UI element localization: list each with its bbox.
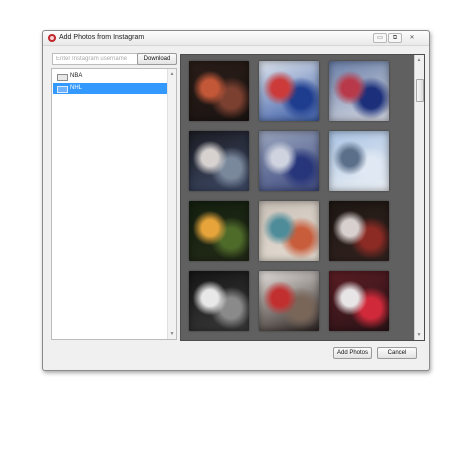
scroll-up-icon[interactable]: ▲	[415, 56, 423, 64]
photo-grid: ▲ ▼	[180, 54, 425, 341]
list-scrollbar[interactable]: ▲ ▼	[167, 69, 176, 339]
photo-thumbnail[interactable]	[259, 271, 319, 331]
app-icon	[48, 34, 56, 42]
instagram-dialog: Add Photos from Instagram ▭ ⧉ ✕ Download…	[42, 30, 430, 371]
scroll-up-icon[interactable]: ▲	[168, 70, 176, 78]
photo-thumbnail[interactable]	[329, 201, 389, 261]
list-item-label: NBA	[70, 73, 83, 79]
list-item-nba[interactable]: NBA	[53, 71, 167, 82]
close-icon[interactable]: ✕	[405, 33, 419, 43]
scroll-down-icon[interactable]: ▼	[168, 330, 176, 338]
username-input[interactable]	[52, 53, 139, 65]
account-icon	[57, 86, 68, 93]
photo-thumbnail[interactable]	[259, 201, 319, 261]
photo-thumbnail[interactable]	[329, 61, 389, 121]
add-photos-button[interactable]: Add Photos	[333, 347, 372, 359]
account-icon	[57, 74, 68, 81]
minimize-icon[interactable]: ▭	[373, 33, 387, 43]
photo-scrollbar[interactable]: ▲ ▼	[414, 55, 424, 340]
title-bar: Add Photos from Instagram ▭ ⧉ ✕	[43, 31, 429, 46]
scroll-down-icon[interactable]: ▼	[415, 331, 423, 339]
photo-thumbnail[interactable]	[329, 131, 389, 191]
list-item-nhl[interactable]: NHL	[53, 83, 167, 94]
photo-thumbnail[interactable]	[189, 61, 249, 121]
cancel-button[interactable]: Cancel	[377, 347, 417, 359]
photo-thumbnail[interactable]	[189, 201, 249, 261]
maximize-icon[interactable]: ⧉	[388, 33, 402, 43]
window-title: Add Photos from Instagram	[59, 34, 145, 41]
photo-thumbnail[interactable]	[259, 131, 319, 191]
photo-thumbnail[interactable]	[259, 61, 319, 121]
photo-thumbnail[interactable]	[189, 131, 249, 191]
photo-thumbnail[interactable]	[329, 271, 389, 331]
photo-thumbnail[interactable]	[189, 271, 249, 331]
list-item-label: NHL	[70, 85, 83, 91]
account-list: NBA NHL ▲ ▼	[51, 68, 177, 340]
scroll-thumb[interactable]	[416, 79, 424, 102]
download-button[interactable]: Download	[137, 53, 177, 65]
